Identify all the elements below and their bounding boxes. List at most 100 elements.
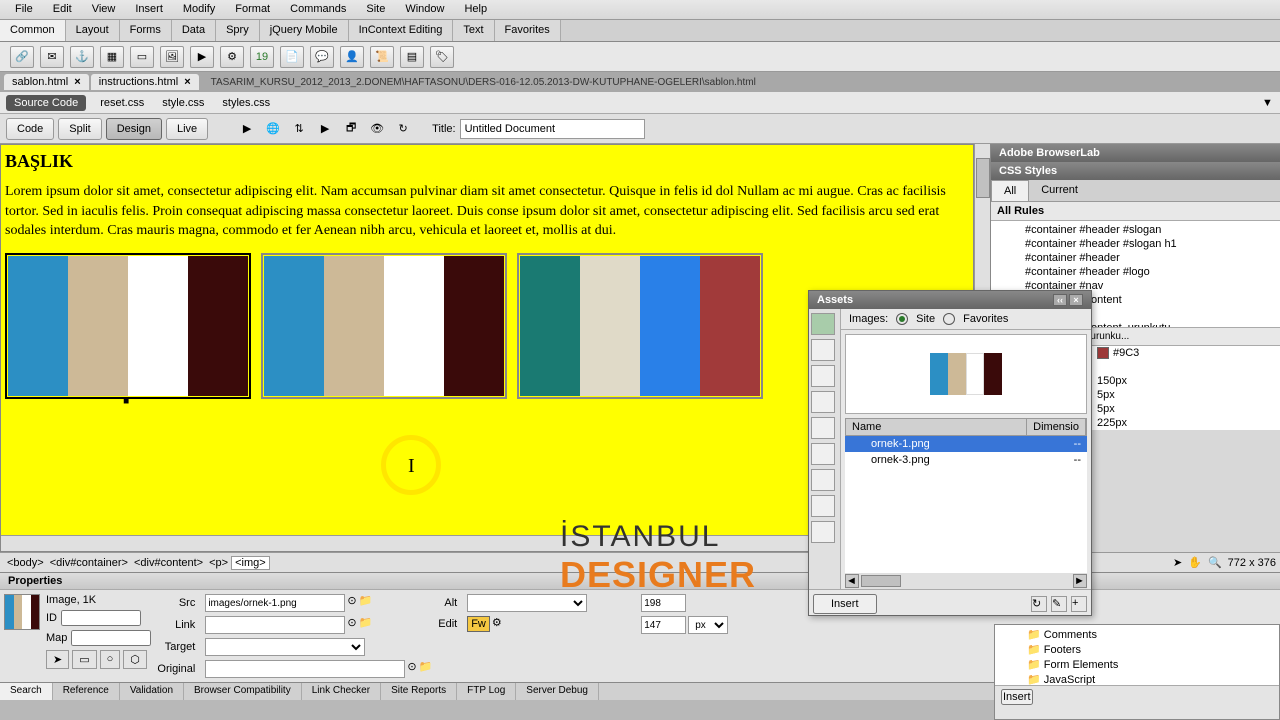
insert-snippet-button[interactable]: Insert bbox=[1001, 689, 1033, 705]
image-icon[interactable]: 🖼 bbox=[160, 46, 184, 68]
swatch-image-3[interactable] bbox=[517, 253, 763, 399]
browserlab-panel-header[interactable]: Adobe BrowserLab bbox=[991, 144, 1280, 162]
menu-insert[interactable]: Insert bbox=[125, 0, 173, 19]
tab-jquery[interactable]: jQuery Mobile bbox=[260, 20, 349, 41]
tab-forms[interactable]: Forms bbox=[120, 20, 172, 41]
script-icon[interactable]: 📜 bbox=[370, 46, 394, 68]
zoom-icon[interactable]: 🔍 bbox=[1208, 556, 1222, 569]
tab-incontext[interactable]: InContext Editing bbox=[349, 20, 454, 41]
menu-format[interactable]: Format bbox=[225, 0, 280, 19]
pointer-tool-icon[interactable]: ➤ bbox=[46, 650, 69, 669]
css-rule[interactable]: #container #header #logo bbox=[995, 265, 1276, 279]
rect-hotspot-icon[interactable]: ▭ bbox=[72, 650, 96, 669]
hand-icon[interactable]: ✋ bbox=[1188, 556, 1202, 569]
browse-icon[interactable]: 📁 bbox=[359, 616, 373, 634]
edit-asset-icon[interactable]: ✎ bbox=[1051, 596, 1067, 612]
menu-view[interactable]: View bbox=[82, 0, 126, 19]
comment-icon[interactable]: 💬 bbox=[310, 46, 334, 68]
view-split-button[interactable]: Split bbox=[58, 118, 101, 140]
tab-link-checker[interactable]: Link Checker bbox=[302, 683, 381, 700]
filter-icon[interactable]: ▼ bbox=[1258, 95, 1274, 111]
assets-images-icon[interactable] bbox=[811, 313, 835, 335]
date-icon[interactable]: 19 bbox=[250, 46, 274, 68]
view-code-button[interactable]: Code bbox=[6, 118, 54, 140]
add-favorite-icon[interactable]: + bbox=[1071, 596, 1087, 612]
col-name[interactable]: Name bbox=[846, 419, 1027, 435]
original-input[interactable] bbox=[205, 660, 405, 678]
table-icon[interactable]: ▦ bbox=[100, 46, 124, 68]
tab-server-debug[interactable]: Server Debug bbox=[516, 683, 599, 700]
hyperlink-icon[interactable]: 🔗 bbox=[10, 46, 34, 68]
tag-content[interactable]: <div#content> bbox=[131, 557, 206, 569]
tab-spry[interactable]: Spry bbox=[216, 20, 260, 41]
view-design-button[interactable]: Design bbox=[106, 118, 162, 140]
tag-p[interactable]: <p> bbox=[206, 557, 231, 569]
tab-validation[interactable]: Validation bbox=[120, 683, 184, 700]
close-tab-icon[interactable]: × bbox=[184, 76, 190, 88]
title-input[interactable] bbox=[460, 119, 645, 139]
media-icon[interactable]: ▶ bbox=[190, 46, 214, 68]
widget-icon[interactable]: ⚙ bbox=[220, 46, 244, 68]
live-code-icon[interactable]: ▶ bbox=[236, 119, 258, 139]
map-input[interactable] bbox=[71, 630, 151, 646]
source-code-button[interactable]: Source Code bbox=[6, 95, 86, 111]
css-rule[interactable]: #container #header bbox=[995, 251, 1276, 265]
alt-input[interactable] bbox=[467, 594, 587, 612]
swatch-image-1[interactable] bbox=[5, 253, 251, 399]
tab-text[interactable]: Text bbox=[453, 20, 494, 41]
swatch-image-2[interactable] bbox=[261, 253, 507, 399]
point-to-file-icon[interactable]: ⊙ bbox=[407, 660, 416, 678]
close-tab-icon[interactable]: × bbox=[74, 76, 80, 88]
src-input[interactable] bbox=[205, 594, 345, 612]
asset-row[interactable]: ornek-1.png-- bbox=[845, 436, 1087, 452]
assets-movies-icon[interactable] bbox=[811, 443, 835, 465]
tab-layout[interactable]: Layout bbox=[66, 20, 120, 41]
width-input[interactable] bbox=[641, 594, 686, 612]
poly-hotspot-icon[interactable]: ⬡ bbox=[123, 650, 147, 669]
refresh-assets-icon[interactable]: ↻ bbox=[1031, 596, 1047, 612]
related-style-css[interactable]: style.css bbox=[158, 95, 208, 111]
tag-chooser-icon[interactable]: 🏷 bbox=[430, 46, 454, 68]
menu-window[interactable]: Window bbox=[395, 0, 454, 19]
menu-file[interactable]: File bbox=[5, 0, 43, 19]
edit-fireworks-icon[interactable]: Fw bbox=[467, 616, 490, 632]
tree-item[interactable]: 📁 Form Elements bbox=[997, 657, 1277, 672]
target-select[interactable] bbox=[205, 638, 365, 656]
related-reset-css[interactable]: reset.css bbox=[96, 95, 148, 111]
point-to-file-icon[interactable]: ⊙ bbox=[347, 616, 356, 634]
tree-item[interactable]: 📁 Footers bbox=[997, 642, 1277, 657]
assets-urls-icon[interactable] bbox=[811, 365, 835, 387]
assets-colors-icon[interactable] bbox=[811, 339, 835, 361]
preview-icon[interactable]: ▶ bbox=[314, 119, 336, 139]
tab-data[interactable]: Data bbox=[172, 20, 216, 41]
assets-list[interactable]: ornek-1.png-- ornek-3.png-- bbox=[845, 436, 1087, 573]
site-radio[interactable] bbox=[896, 313, 908, 325]
view-live-button[interactable]: Live bbox=[166, 118, 208, 140]
tab-favorites[interactable]: Favorites bbox=[495, 20, 561, 41]
tag-container[interactable]: <div#container> bbox=[47, 557, 131, 569]
edit-settings-icon[interactable]: ⚙ bbox=[492, 616, 502, 632]
col-dimensions[interactable]: Dimensio bbox=[1027, 419, 1086, 435]
div-icon[interactable]: ▭ bbox=[130, 46, 154, 68]
tab-reference[interactable]: Reference bbox=[53, 683, 120, 700]
asset-row[interactable]: ornek-3.png-- bbox=[845, 452, 1087, 468]
oval-hotspot-icon[interactable]: ○ bbox=[100, 650, 121, 669]
templates-icon[interactable]: ▤ bbox=[400, 46, 424, 68]
file-tab-sablon[interactable]: sablon.html × bbox=[4, 74, 89, 90]
tree-item[interactable]: 📁 Comments bbox=[997, 627, 1277, 642]
tab-ftp-log[interactable]: FTP Log bbox=[457, 683, 516, 700]
menu-modify[interactable]: Modify bbox=[173, 0, 225, 19]
tab-common[interactable]: Common bbox=[0, 20, 66, 41]
unit-select[interactable]: px bbox=[688, 616, 728, 634]
tab-browser-compat[interactable]: Browser Compatibility bbox=[184, 683, 302, 700]
browse-icon[interactable]: 📁 bbox=[359, 594, 373, 612]
refresh-design-icon[interactable]: 🗗 bbox=[340, 119, 362, 139]
tab-search[interactable]: Search bbox=[0, 683, 53, 700]
css-rule[interactable]: #container #header #slogan bbox=[995, 223, 1276, 237]
tag-img[interactable]: <img> bbox=[231, 556, 270, 570]
id-input[interactable] bbox=[61, 610, 141, 626]
view-options-icon[interactable]: 👁 bbox=[366, 119, 388, 139]
close-icon[interactable]: × bbox=[1069, 294, 1083, 306]
favorites-radio[interactable] bbox=[943, 313, 955, 325]
pointer-icon[interactable]: ➤ bbox=[1173, 556, 1182, 569]
